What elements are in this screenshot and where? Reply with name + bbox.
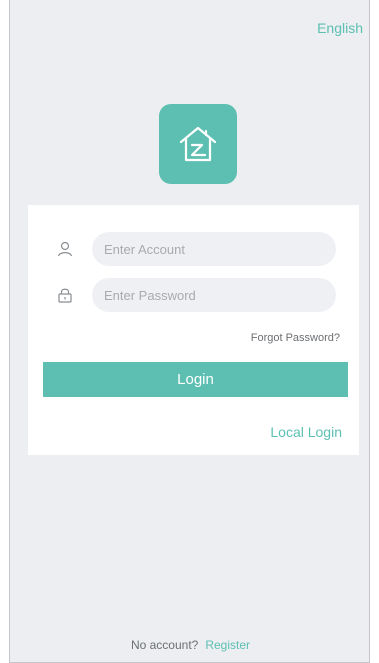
login-button[interactable]: Login — [43, 362, 348, 397]
account-input[interactable] — [92, 232, 336, 266]
account-row — [28, 232, 359, 266]
register-link[interactable]: Register — [205, 638, 250, 652]
password-input[interactable] — [92, 278, 336, 312]
app-screen: English Forgot Password? Login — [9, 0, 370, 663]
user-icon — [57, 241, 73, 257]
no-account-text: No account? — [130, 638, 199, 652]
login-card: Forgot Password? Login Local Login — [28, 205, 359, 455]
lock-icon — [58, 288, 72, 303]
local-login-link[interactable]: Local Login — [270, 424, 342, 440]
home-icon — [179, 126, 217, 162]
language-switch-link[interactable]: English — [317, 20, 363, 36]
footer: No account? Register — [10, 638, 371, 652]
forgot-password-link[interactable]: Forgot Password? — [251, 332, 340, 344]
password-row — [28, 278, 359, 312]
app-logo — [159, 104, 237, 184]
